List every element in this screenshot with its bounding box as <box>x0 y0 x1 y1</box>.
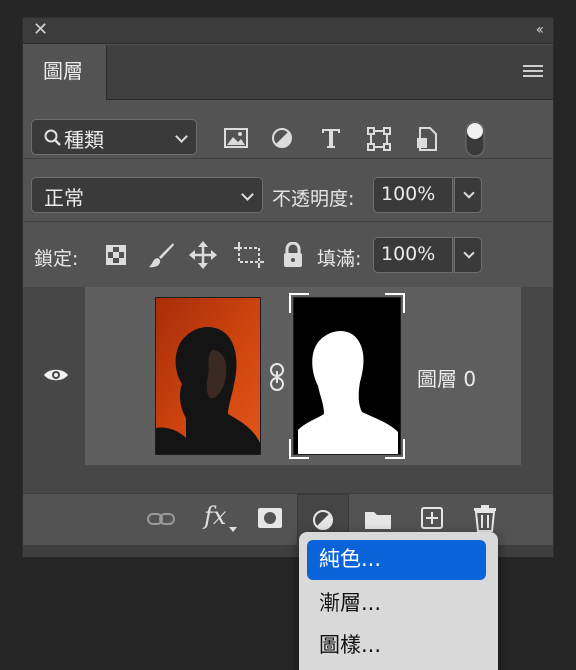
layer-name[interactable]: 圖層 0 <box>417 363 476 392</box>
adjustment-layer-menu: 純色... 漸層... 圖樣... <box>299 532 498 670</box>
tab-layers[interactable]: 圖層 <box>23 45 107 100</box>
kind-filter-select[interactable]: 種類 <box>31 119 197 155</box>
opacity-dropdown-button[interactable] <box>454 177 482 213</box>
layer-mask-thumbnail[interactable] <box>293 297 401 455</box>
close-icon[interactable]: ✕ <box>33 21 48 39</box>
new-layer-icon[interactable] <box>420 506 444 530</box>
lock-artboard-icon[interactable] <box>234 242 264 268</box>
chevron-down-icon <box>241 188 254 201</box>
lock-all-icon[interactable] <box>282 242 304 268</box>
filter-toggle[interactable] <box>465 121 485 157</box>
fx-icon[interactable]: fx <box>204 502 226 530</box>
fill-dropdown-button[interactable] <box>454 237 482 273</box>
panel-titlebar: ✕ ‹‹ <box>23 18 553 44</box>
fx-menu-indicator <box>229 527 237 532</box>
lock-label: 鎖定: <box>34 248 79 270</box>
lock-position-icon[interactable] <box>189 241 217 269</box>
mask-selection-corner <box>385 293 405 313</box>
add-mask-icon[interactable] <box>257 507 283 529</box>
shape-filter-icon[interactable] <box>367 127 391 151</box>
menu-item-gradient[interactable]: 漸層... <box>307 584 486 624</box>
fill-input[interactable]: 100% <box>373 237 453 273</box>
opacity-label: 不透明度: <box>272 188 355 210</box>
fill-label: 填滿: <box>317 248 362 270</box>
search-icon <box>44 129 61 146</box>
trash-icon[interactable] <box>473 504 497 532</box>
collapse-icon[interactable]: ‹‹ <box>536 22 544 38</box>
eye-icon[interactable] <box>43 367 69 383</box>
type-filter-icon[interactable] <box>320 127 342 149</box>
mask-selection-corner <box>289 293 309 313</box>
layer-row[interactable]: 圖層 0 <box>85 287 521 465</box>
layers-list: 圖層 0 <box>23 287 553 493</box>
blend-row: 正常 不透明度: 100% <box>23 160 553 222</box>
panel-menu-icon[interactable] <box>523 65 543 79</box>
portrait-image <box>156 298 260 454</box>
chevron-down-icon <box>175 130 188 143</box>
tab-bar: 圖層 <box>23 45 553 100</box>
new-group-folder-icon[interactable] <box>364 508 392 530</box>
lock-row: 鎖定: 填滿: 100% <box>23 223 553 287</box>
layers-panel: ✕ ‹‹ 圖層 種類 正常 不透明度: 100% 鎖定: 填滿: 100% 圖層… <box>22 17 554 557</box>
link-icon[interactable] <box>267 363 287 391</box>
image-filter-icon[interactable] <box>224 128 248 148</box>
lock-image-pixels-icon[interactable] <box>147 241 175 269</box>
lock-transparent-pixels-icon[interactable] <box>106 245 126 265</box>
adjustment-icon <box>313 510 333 530</box>
mask-selection-corner <box>385 439 405 459</box>
link-layers-icon[interactable] <box>147 511 175 527</box>
opacity-input[interactable]: 100% <box>373 177 453 213</box>
kind-filter-label: 種類 <box>64 128 104 152</box>
filter-row: 種類 <box>23 101 553 159</box>
layer-thumbnail[interactable] <box>155 297 261 455</box>
smart-object-filter-icon[interactable] <box>416 126 438 152</box>
blend-mode-select[interactable]: 正常 <box>31 177 263 213</box>
adjustment-filter-icon[interactable] <box>271 127 293 149</box>
mask-silhouette <box>298 331 398 454</box>
blend-mode-label: 正常 <box>44 186 84 210</box>
menu-item-solid-color[interactable]: 純色... <box>307 540 486 580</box>
menu-item-pattern[interactable]: 圖樣... <box>307 626 486 666</box>
mask-selection-corner <box>289 439 309 459</box>
